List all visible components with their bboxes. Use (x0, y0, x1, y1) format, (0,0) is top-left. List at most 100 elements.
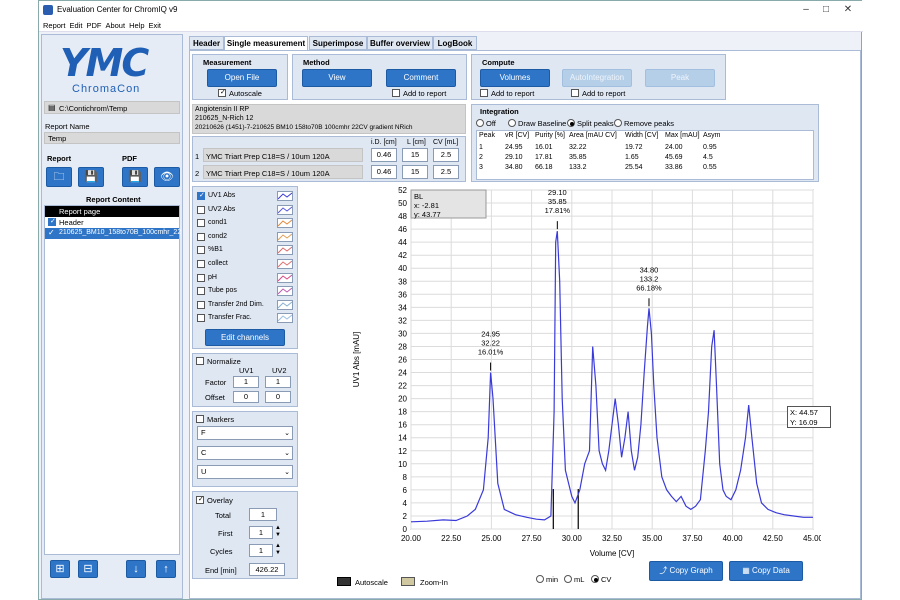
tab-header[interactable]: Header (189, 36, 224, 50)
folder-open-icon: 🗀 (53, 171, 65, 183)
chromatogram-chart[interactable]: 0246810121416182022242628303234363840424… (301, 184, 821, 579)
factor-uv2-input[interactable]: 1 (265, 376, 291, 388)
autointegration-button[interactable]: AutoIntegration (562, 69, 632, 87)
marker-select-u[interactable]: U ⌄ (197, 465, 293, 479)
edit-channels-button[interactable]: Edit channels (205, 329, 285, 346)
channel-color-swatch[interactable] (277, 204, 293, 215)
compute-add-to-report-checkbox-2[interactable] (571, 89, 579, 97)
marker-select-c[interactable]: C ⌄ (197, 446, 293, 460)
zoom-in-tool-label[interactable]: Zoom-In (420, 578, 448, 587)
y-tick-label: 38 (398, 277, 407, 286)
menu-pdf[interactable]: PDF (86, 19, 101, 32)
path-bar[interactable]: ▤ C:\Contichrom\Temp (44, 101, 180, 114)
autoscale-tool-label[interactable]: Autoscale (355, 578, 388, 587)
channel-color-swatch[interactable] (277, 245, 293, 256)
info-line-3: 20210626 (1451)-7-210625 BM10 158to70B 1… (195, 124, 413, 131)
peak-table-cell: 32.22 (569, 144, 587, 151)
save-pdf-button[interactable]: 💾 (122, 167, 148, 187)
open-folder-button[interactable]: 🗀 (46, 167, 72, 187)
normalize-checkbox[interactable] (196, 357, 204, 365)
method-add-to-report-checkbox[interactable] (392, 89, 400, 97)
view-method-button[interactable]: View (302, 69, 372, 87)
split-peaks-radio[interactable] (567, 119, 575, 127)
compute-add-to-report-checkbox-1[interactable] (480, 89, 488, 97)
peak-table-cell: 16.01 (535, 144, 553, 151)
channel-color-swatch[interactable] (277, 272, 293, 283)
list-item[interactable]: ✓ 210625_BM10_158to70B_100cmhr_22 (45, 228, 181, 239)
report-name-field[interactable]: Temp (44, 132, 180, 144)
markers-checkbox[interactable] (196, 415, 204, 423)
menu-help[interactable]: Help (129, 19, 144, 32)
cycles-input[interactable]: 1 (249, 544, 273, 557)
unit-ml-radio[interactable] (564, 575, 572, 583)
volumes-button[interactable]: Volumes (480, 69, 550, 87)
first-stepper-icon[interactable]: ▲ ▼ (275, 525, 281, 539)
menu-report[interactable]: Report (43, 19, 66, 32)
cursor-readout: X: 44.57 Y: 16.09 (787, 406, 831, 428)
copy-graph-button[interactable]: ⤴ Copy Graph (649, 561, 723, 581)
y-tick-label: 12 (398, 447, 407, 456)
unit-cv-radio[interactable] (591, 575, 599, 583)
channel-color-swatch[interactable] (277, 231, 293, 242)
draw-baseline-radio[interactable] (508, 119, 516, 127)
factor-uv1-input[interactable]: 1 (233, 376, 259, 388)
remove-peaks-radio[interactable] (614, 119, 622, 127)
autoscale-checkbox[interactable] (218, 88, 226, 97)
open-file-button[interactable]: Open File (207, 69, 277, 87)
peak-button[interactable]: Peak (645, 69, 715, 87)
channel-checkbox[interactable] (197, 287, 205, 296)
menu-exit[interactable]: Exit (149, 19, 162, 32)
tab-single-measurement[interactable]: Single measurement (224, 36, 308, 51)
y-tick-label: 2 (403, 512, 408, 521)
overlay-checkbox[interactable] (196, 495, 204, 504)
move-down-button[interactable]: ↓ (126, 560, 146, 578)
normalize-label: Normalize (207, 357, 241, 366)
tab-logbook[interactable]: LogBook (433, 36, 477, 50)
peak-annotation-label: 34.80 (640, 265, 659, 274)
column-l-field: 15 (402, 148, 428, 162)
tab-superimpose[interactable]: Superimpose (309, 36, 367, 50)
channel-checkbox[interactable] (197, 300, 205, 309)
channel-checkbox[interactable] (197, 260, 205, 268)
autoscale-icon[interactable] (337, 577, 351, 586)
view-pdf-button[interactable]: 👁 (154, 167, 180, 187)
add-page-button[interactable]: ⊞ (50, 560, 70, 578)
channel-color-swatch[interactable] (277, 286, 293, 297)
channel-checkbox[interactable] (197, 273, 205, 282)
channel-checkbox[interactable] (197, 246, 205, 255)
first-input[interactable]: 1 (249, 526, 273, 539)
channel-color-swatch[interactable] (277, 259, 293, 269)
offset-uv2-input[interactable]: 0 (265, 391, 291, 403)
list-item[interactable]: Header (45, 217, 179, 228)
channel-checkbox[interactable] (197, 219, 205, 228)
peak-table-cell: 3 (479, 164, 483, 171)
integration-off-radio[interactable] (476, 119, 484, 127)
maximize-icon[interactable]: □ (819, 3, 833, 17)
channel-checkbox[interactable] (197, 191, 205, 200)
channel-color-swatch[interactable] (277, 299, 293, 310)
move-up-button[interactable]: ↑ (156, 560, 176, 578)
offset-uv1-input[interactable]: 0 (233, 391, 259, 403)
save-report-button[interactable]: 💾 (78, 167, 104, 187)
minimize-icon[interactable]: – (799, 3, 813, 17)
x-tick-label: 30.00 (562, 534, 583, 543)
menu-edit[interactable]: Edit (70, 19, 83, 32)
comment-button[interactable]: Comment (386, 69, 456, 87)
zoom-in-icon[interactable] (401, 577, 415, 586)
report-content-list: Report page Header ✓ 210625_BM10_158to70… (44, 205, 181, 555)
channel-checkbox[interactable] (197, 205, 205, 214)
cycles-stepper-icon[interactable]: ▲ ▼ (275, 543, 281, 557)
menu-about[interactable]: About (105, 19, 125, 32)
close-icon[interactable]: ✕ (841, 3, 855, 17)
unit-min-radio[interactable] (536, 575, 544, 583)
tab-buffer-overview[interactable]: Buffer overview (367, 36, 433, 50)
marker-select-f[interactable]: F ⌄ (197, 426, 293, 440)
channel-checkbox[interactable] (197, 314, 205, 323)
channel-color-swatch[interactable] (277, 313, 293, 324)
remove-page-button[interactable]: ⊟ (78, 560, 98, 578)
header-checkbox[interactable] (48, 217, 56, 226)
channel-checkbox[interactable] (197, 232, 205, 241)
channel-color-swatch[interactable] (277, 191, 293, 201)
copy-data-button[interactable]: ▦ Copy Data (729, 561, 803, 581)
channel-color-swatch[interactable] (277, 218, 293, 229)
